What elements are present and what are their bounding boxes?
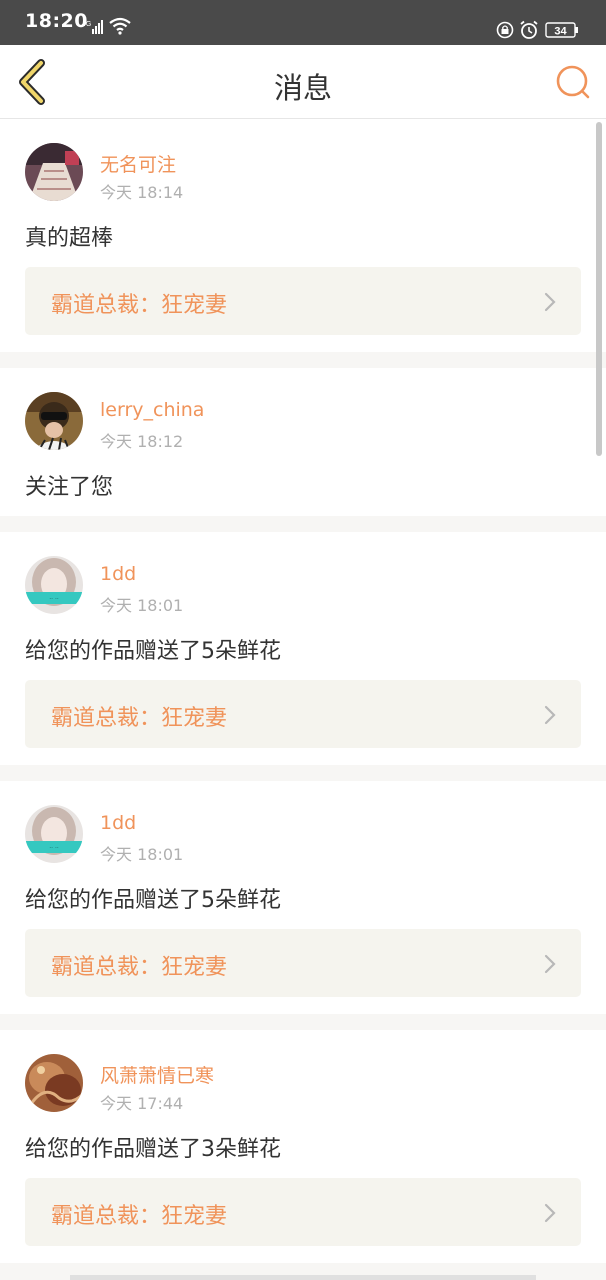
chevron-right-icon (544, 954, 556, 974)
message-text: 给您的作品赠送了5朵鲜花 (25, 888, 281, 913)
scrollbar[interactable] (596, 122, 602, 456)
work-title: 霸道总裁：狂宠妻 (51, 706, 228, 731)
avatar[interactable]: ·· ·· (25, 556, 83, 614)
username[interactable]: 无名可注 (100, 150, 176, 177)
alarm-icon (520, 20, 538, 39)
bottom-strip (70, 1275, 536, 1280)
message-item: 无名可注 今天 18:14 真的超棒 霸道总裁：狂宠妻 (0, 119, 606, 352)
message-list: 无名可注 今天 18:14 真的超棒 霸道总裁：狂宠妻 lerry_china … (0, 119, 606, 1279)
svg-text:4G: 4G (82, 21, 91, 28)
search-icon[interactable] (554, 63, 592, 101)
avatar[interactable] (25, 1054, 83, 1112)
message-text: 给您的作品赠送了3朵鲜花 (25, 1137, 281, 1162)
message-time: 今天 18:12 (100, 432, 184, 451)
message-item: ·· ·· 1dd 今天 18:01 给您的作品赠送了5朵鲜花 霸道总裁：狂宠妻 (0, 781, 606, 1014)
username[interactable]: 1dd (100, 812, 136, 834)
work-link[interactable]: 霸道总裁：狂宠妻 (25, 680, 581, 748)
page-title: 消息 (273, 71, 332, 105)
svg-text:34: 34 (554, 26, 567, 38)
svg-text:·· ··: ·· ·· (49, 845, 59, 852)
nav-bar: 消息 (0, 45, 606, 119)
chevron-right-icon (544, 292, 556, 312)
status-bar: 18:20 4G 34 (0, 0, 606, 45)
message-text: 关注了您 (25, 475, 114, 500)
username[interactable]: lerry_china (100, 399, 204, 421)
work-link[interactable]: 霸道总裁：狂宠妻 (25, 929, 581, 997)
message-item: 风萧萧情已寒 今天 17:44 给您的作品赠送了3朵鲜花 霸道总裁：狂宠妻 (0, 1030, 606, 1263)
cellular-signal-icon: 4G (82, 20, 103, 34)
work-link[interactable]: 霸道总裁：狂宠妻 (25, 1178, 581, 1246)
avatar[interactable]: ·· ·· (25, 805, 83, 863)
avatar[interactable] (25, 143, 83, 201)
status-time: 18:20 (25, 10, 88, 32)
battery-icon: 34 (545, 22, 578, 38)
work-link[interactable]: 霸道总裁：狂宠妻 (25, 267, 581, 335)
svg-text:·· ··: ·· ·· (49, 596, 59, 603)
message-item: lerry_china 今天 18:12 关注了您 (0, 368, 606, 516)
message-text: 真的超棒 (25, 226, 114, 251)
username[interactable]: 风萧萧情已寒 (100, 1061, 214, 1088)
message-time: 今天 18:14 (100, 183, 184, 202)
lock-icon (496, 21, 514, 39)
avatar[interactable] (25, 392, 83, 450)
message-item: ·· ·· 1dd 今天 18:01 给您的作品赠送了5朵鲜花 霸道总裁：狂宠妻 (0, 532, 606, 765)
message-time: 今天 18:01 (100, 596, 184, 615)
wifi-icon (109, 17, 131, 35)
chevron-right-icon (544, 705, 556, 725)
message-text: 给您的作品赠送了5朵鲜花 (25, 639, 281, 664)
work-title: 霸道总裁：狂宠妻 (51, 293, 228, 318)
message-time: 今天 18:01 (100, 845, 184, 864)
message-time: 今天 17:44 (100, 1094, 184, 1113)
work-title: 霸道总裁：狂宠妻 (51, 955, 228, 980)
username[interactable]: 1dd (100, 563, 136, 585)
work-title: 霸道总裁：狂宠妻 (51, 1204, 228, 1229)
chevron-right-icon (544, 1203, 556, 1223)
